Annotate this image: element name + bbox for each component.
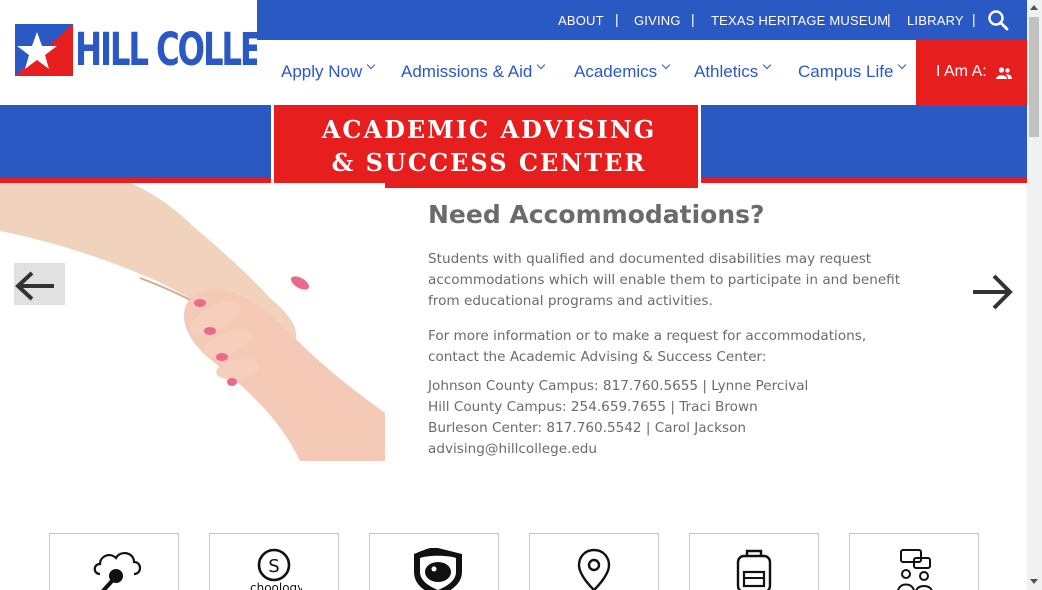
nav-academics[interactable]: Academics <box>574 60 671 82</box>
utility-link-giving[interactable]: GIVING <box>634 13 681 28</box>
arrow-left-icon <box>15 271 54 301</box>
quick-link-tile[interactable] <box>529 533 659 590</box>
page-scrollbar[interactable] <box>1027 0 1042 590</box>
hero-slide: ACADEMIC ADVISING & SUCCESS CENTER Need … <box>0 105 1027 500</box>
badge-line-1: ACADEMIC ADVISING <box>321 115 657 144</box>
scroll-up-arrow-icon[interactable] <box>1030 5 1038 10</box>
advising-center-badge: ACADEMIC ADVISING & SUCCESS CENTER <box>271 105 701 191</box>
contact-email: advising@hillcollege.edu <box>428 441 598 457</box>
key-cloud-icon <box>93 552 142 590</box>
nav-campus-life[interactable]: Campus Life <box>798 60 907 82</box>
main-nav: Apply Now Admissions & Aid Academics Ath… <box>257 40 1027 105</box>
schoology-icon: S schoology <box>250 548 302 590</box>
chevron-down-icon <box>367 60 376 70</box>
nav-apply-now[interactable]: Apply Now <box>281 60 376 82</box>
search-icon[interactable] <box>987 8 1009 32</box>
utility-separator: | <box>615 11 619 27</box>
nav-label: Admissions & Aid <box>401 62 533 81</box>
chevron-down-icon <box>537 60 546 70</box>
slide-title: Need Accommodations? <box>428 200 765 229</box>
map-pin-icon <box>577 548 611 590</box>
slide-text: Students with qualified and documented d… <box>428 251 872 267</box>
i-am-a-menu[interactable]: I Am A: <box>916 40 1027 105</box>
slide-text: contact the Academic Advising & Success … <box>428 349 767 365</box>
i-am-a-label: I Am A: <box>936 63 987 80</box>
svg-text:schoology: schoology <box>250 581 302 590</box>
nav-athletics[interactable]: Athletics <box>694 60 772 82</box>
quick-link-tile[interactable] <box>689 533 819 590</box>
people-icon <box>996 67 1012 79</box>
page: HILL COLLEGE ABOUT | GIVING | TEXAS HERI… <box>0 0 1042 590</box>
utility-link-about[interactable]: ABOUT <box>558 13 604 28</box>
svg-text:S: S <box>268 556 279 577</box>
slider-prev-button[interactable] <box>14 263 65 305</box>
utility-nav: ABOUT | GIVING | TEXAS HERITAGE MUSEUM |… <box>257 0 1027 40</box>
quick-link-tile[interactable] <box>49 533 179 590</box>
chevron-down-icon <box>661 60 671 70</box>
slide-text: For more information or to make a reques… <box>428 328 867 344</box>
nav-label: Academics <box>574 62 658 81</box>
scroll-thumb[interactable] <box>1029 17 1039 137</box>
slide-text: from educational programs and activities… <box>428 293 713 309</box>
utility-separator: | <box>887 11 891 27</box>
star-logo-icon <box>15 24 73 76</box>
slide-text: accommodations which will enable them to… <box>428 272 901 288</box>
contact-line: Hill County Campus: 254.659.7655 | Traci… <box>428 399 758 415</box>
quick-link-tile[interactable]: S schoology <box>209 533 339 590</box>
nav-label: Athletics <box>694 62 759 81</box>
backpack-icon <box>736 549 772 590</box>
scroll-down-arrow-icon[interactable] <box>1030 579 1038 584</box>
utility-separator: | <box>972 11 976 27</box>
chevron-down-icon <box>898 60 907 70</box>
contact-line: Johnson County Campus: 817.760.5655 | Ly… <box>428 378 809 394</box>
nav-admissions-aid[interactable]: Admissions & Aid <box>401 60 546 82</box>
chevron-down-icon <box>763 60 772 70</box>
nav-label: Campus Life <box>798 62 894 81</box>
hill-college-logo[interactable]: HILL COLLEGE <box>0 0 306 105</box>
nav-label: Apply Now <box>281 62 363 81</box>
advisor-chat-icon <box>897 549 933 590</box>
badge-line-2: & SUCCESS CENTER <box>331 148 647 177</box>
utility-link-museum[interactable]: TEXAS HERITAGE MUSEUM <box>711 13 888 28</box>
helping-hands-image <box>0 183 385 461</box>
utility-separator: | <box>691 11 695 27</box>
contact-line: Burleson Center: 817.760.5542 | Carol Ja… <box>428 420 746 436</box>
arrow-right-icon[interactable] <box>970 273 1014 311</box>
quick-link-tile[interactable] <box>369 533 499 590</box>
quick-link-tile[interactable] <box>849 533 979 590</box>
utility-link-library[interactable]: LIBRARY <box>907 13 964 28</box>
mascot-shield-icon <box>414 548 462 590</box>
